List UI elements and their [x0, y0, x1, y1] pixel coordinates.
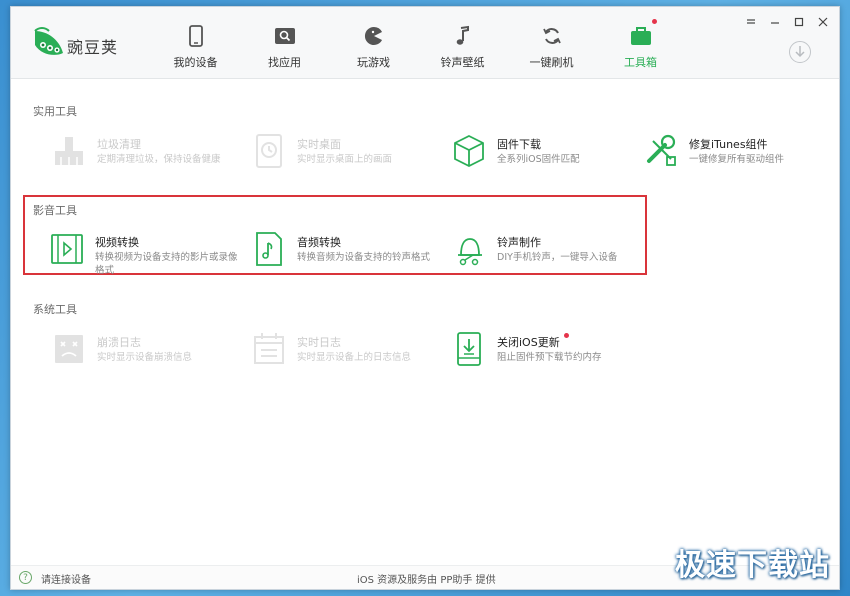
nav-label: 工具箱	[624, 56, 657, 69]
tool-disable-ios-update[interactable]: 关闭iOS更新 阻止固件预下载节约内存	[451, 331, 641, 375]
close-icon[interactable]	[817, 13, 829, 27]
tool-name: 音频转换	[297, 236, 341, 249]
nav-toolbox[interactable]: 工具箱	[596, 7, 685, 79]
audio-file-icon	[256, 232, 282, 266]
sad-screen-icon	[55, 335, 83, 363]
tool-name: 修复iTunes组件	[689, 138, 768, 151]
tool-junk-cleanup[interactable]: 垃圾清理 定期清理垃圾，保持设备健康	[51, 133, 241, 177]
download-arrow-icon	[795, 46, 805, 58]
pacman-icon	[364, 26, 382, 45]
tool-crash-log[interactable]: 崩溃日志 实时显示设备崩溃信息	[51, 331, 241, 375]
service-credit: iOS 资源及服务由 PP助手 提供	[357, 575, 496, 586]
top-toolbar: 豌豆荚 我的设备 找应用 玩游戏 铃声壁纸 一键刷机 工具箱	[11, 7, 839, 79]
brand-name: 豌豆荚	[67, 38, 119, 57]
tool-audio-convert[interactable]: 音频转换 转换音频为设备支持的铃声格式	[251, 231, 441, 275]
wrench-icon	[647, 134, 676, 166]
bell-scissors-icon	[458, 238, 482, 266]
section-title-system: 系统工具	[33, 303, 77, 316]
tool-name: 垃圾清理	[97, 138, 141, 151]
app-window: 豌豆荚 我的设备 找应用 玩游戏 铃声壁纸 一键刷机 工具箱 实用工具 垃圾清理…	[10, 6, 840, 590]
window-controls	[745, 13, 829, 27]
music-note-icon	[456, 25, 469, 45]
app-search-icon	[275, 28, 295, 44]
connection-status: 请连接设备	[41, 575, 91, 586]
tool-desc: 全系列iOS固件匹配	[497, 154, 580, 165]
notification-dot	[652, 19, 657, 24]
tool-name: 铃声制作	[497, 236, 541, 249]
tool-name: 崩溃日志	[97, 336, 141, 349]
video-film-icon	[51, 234, 83, 264]
main-nav: 我的设备 找应用 玩游戏 铃声壁纸 一键刷机 工具箱	[151, 7, 685, 79]
log-calendar-icon	[254, 333, 284, 364]
tool-desc: 实时显示设备崩溃信息	[97, 352, 193, 363]
nav-my-device[interactable]: 我的设备	[151, 7, 240, 79]
maximize-icon[interactable]	[793, 13, 805, 27]
tool-video-convert[interactable]: 视频转换 转换视频为设备支持的影片或录像格式	[49, 231, 239, 276]
cube-icon	[454, 134, 484, 168]
tool-name: 固件下载	[497, 138, 541, 151]
notification-dot	[564, 333, 569, 338]
tool-desc: DIY手机铃声，一键导入设备	[497, 252, 618, 263]
nav-label: 找应用	[268, 56, 301, 69]
tool-name: 视频转换	[95, 236, 139, 249]
tool-desc: 转换音频为设备支持的铃声格式	[297, 252, 431, 263]
clock-screen-icon	[256, 134, 282, 168]
tool-realtime-log[interactable]: 实时日志 实时显示设备上的日志信息	[251, 331, 441, 375]
tool-firmware-download[interactable]: 固件下载 全系列iOS固件匹配	[451, 133, 641, 177]
menu-icon[interactable]	[745, 13, 757, 25]
section-title-utility: 实用工具	[33, 105, 77, 118]
nav-ringtones-wallpapers[interactable]: 铃声壁纸	[418, 7, 507, 79]
help-icon[interactable]: ?	[19, 571, 32, 584]
nav-label: 一键刷机	[529, 56, 574, 69]
tool-desc: 实时显示桌面上的画面	[297, 154, 393, 165]
minimize-icon[interactable]	[769, 13, 781, 25]
download-button[interactable]	[789, 41, 811, 63]
nav-one-click-flash[interactable]: 一键刷机	[507, 7, 596, 79]
watermark: 极速下载站	[675, 548, 830, 583]
tool-desc: 阻止固件预下载节约内存	[497, 352, 602, 363]
tool-name: 实时桌面	[297, 138, 341, 151]
tool-desc: 一键修复所有驱动组件	[689, 154, 785, 165]
tool-desc: 实时显示设备上的日志信息	[297, 352, 412, 363]
pea-pod-logo-icon	[34, 27, 63, 55]
nav-label: 铃声壁纸	[440, 56, 485, 69]
nav-label: 我的设备	[173, 56, 218, 69]
phone-icon	[189, 25, 203, 47]
tool-name: 实时日志	[297, 336, 341, 349]
tool-desc: 转换视频为设备支持的影片或录像格式	[95, 252, 238, 276]
refresh-icon	[543, 28, 561, 44]
nav-games[interactable]: 玩游戏	[329, 7, 418, 79]
nav-find-apps[interactable]: 找应用	[240, 7, 329, 79]
broom-icon	[55, 137, 83, 165]
section-title-media: 影音工具	[33, 204, 77, 217]
tool-repair-itunes[interactable]: 修复iTunes组件 一键修复所有驱动组件	[643, 133, 833, 177]
phone-download-icon	[457, 332, 481, 366]
nav-label: 玩游戏	[357, 56, 390, 69]
tool-realtime-desktop[interactable]: 实时桌面 实时显示桌面上的画面	[251, 133, 441, 177]
tool-desc: 定期清理垃圾，保持设备健康	[97, 154, 221, 165]
tool-ringtone-maker[interactable]: 铃声制作 DIY手机铃声，一键导入设备	[451, 231, 641, 275]
tool-name: 关闭iOS更新	[497, 336, 560, 349]
toolbox-icon	[631, 27, 651, 45]
